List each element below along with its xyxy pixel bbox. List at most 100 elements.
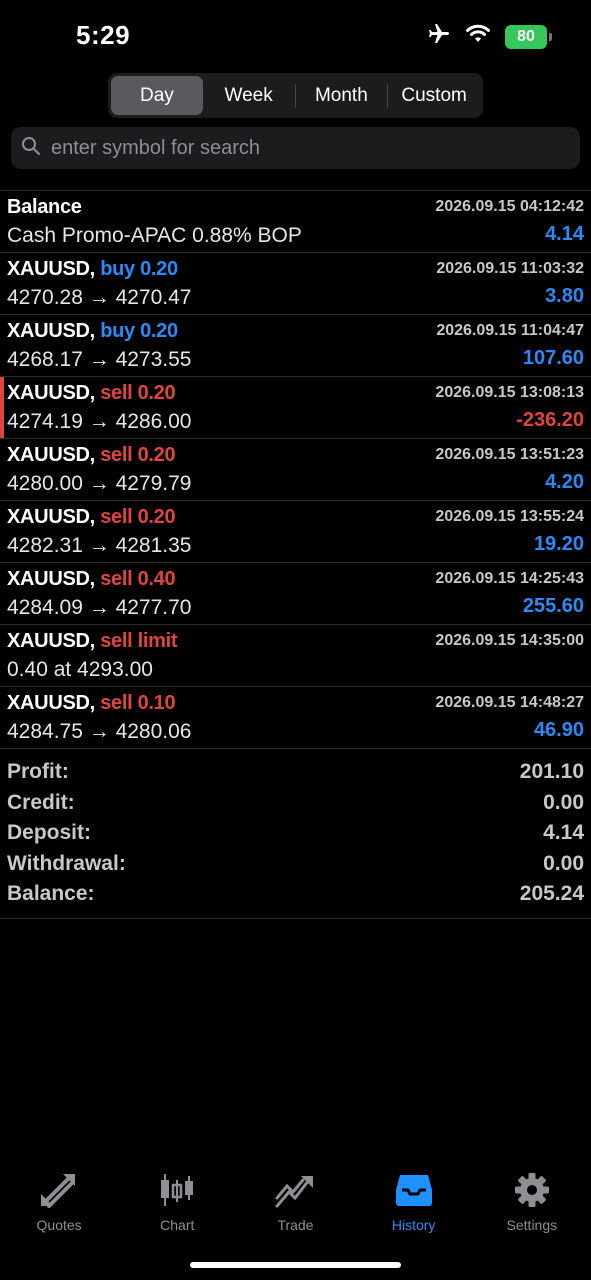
row-detail: 4284.09 → 4277.70 (7, 596, 192, 619)
row-symbol: XAUUSD, (7, 444, 95, 466)
row-amount: 107.60 (522, 347, 584, 369)
row-time: 2026.09.15 13:55:24 (435, 508, 584, 525)
row-action: sell 0.20 (100, 506, 176, 528)
trade-trend-icon (275, 1172, 315, 1213)
tab-trade-label: Trade (277, 1217, 314, 1233)
history-row[interactable]: XAUUSD, sell 0.10 4284.75 → 4280.06 2026… (0, 687, 591, 749)
row-time: 2026.09.15 13:51:23 (435, 446, 584, 463)
row-time: 2026.09.15 11:03:32 (436, 260, 584, 277)
row-title: Balance (7, 196, 82, 219)
row-symbol: XAUUSD, (7, 506, 95, 528)
row-symbol: XAUUSD, (7, 630, 95, 652)
row-detail: 4268.17 → 4273.55 (7, 348, 192, 371)
tab-chart-label: Chart (160, 1217, 195, 1233)
quotes-arrows-icon (39, 1172, 79, 1213)
home-indicator[interactable] (190, 1262, 401, 1268)
tab-settings-label: Settings (506, 1217, 558, 1233)
tab-trade[interactable]: Trade (236, 1160, 354, 1240)
tab-quotes[interactable]: Quotes (0, 1160, 118, 1240)
row-symbol: XAUUSD, (7, 382, 95, 404)
tab-quotes-label: Quotes (36, 1217, 82, 1233)
status-time: 5:29 (76, 20, 131, 50)
candlestick-chart-icon (157, 1172, 197, 1213)
history-list: Balance Cash Promo-APAC 0.88% BOP 2026.0… (0, 190, 591, 749)
search-input[interactable] (51, 136, 551, 160)
tab-settings[interactable]: Settings (473, 1160, 591, 1240)
row-detail: 4282.31 → 4281.35 (7, 534, 192, 557)
status-bar: 5:29 80 (0, 0, 591, 70)
summary-row-withdrawal: Withdrawal: 0.00 (0, 849, 591, 880)
row-detail: 4280.00 → 4279.79 (7, 472, 192, 495)
row-time: 2026.09.15 11:04:47 (436, 322, 584, 339)
tab-week-label: Week (224, 84, 273, 106)
row-detail: 4274.19 → 4286.00 (7, 410, 192, 433)
row-detail: 4270.28 → 4270.47 (7, 286, 192, 309)
history-row[interactable]: XAUUSD, sell 0.20 4282.31 → 4281.35 2026… (0, 501, 591, 563)
row-amount: 4.20 (545, 471, 584, 493)
summary-value: 4.14 (543, 821, 584, 844)
tab-chart[interactable]: Chart (118, 1160, 236, 1240)
row-time: 2026.09.15 14:35:00 (435, 632, 584, 649)
history-row[interactable]: XAUUSD, sell limit 0.40 at 4293.00 2026.… (0, 625, 591, 687)
summary-label: Deposit: (7, 821, 91, 844)
row-action: buy 0.20 (100, 258, 178, 280)
row-symbol: XAUUSD, (7, 320, 95, 342)
history-row[interactable]: Balance Cash Promo-APAC 0.88% BOP 2026.0… (0, 191, 591, 253)
tab-month-label: Month (314, 84, 368, 106)
summary-row-balance: Balance: 205.24 (0, 879, 591, 910)
tab-month[interactable]: Month (296, 76, 388, 115)
history-row[interactable]: XAUUSD, sell 0.20 4274.19 → 4286.00 2026… (0, 377, 591, 439)
summary-section: Profit: 201.10 Credit: 0.00 Deposit: 4.1… (0, 757, 591, 919)
row-action: buy 0.20 (100, 320, 178, 342)
row-title: XAUUSD, sell 0.20 (7, 444, 176, 467)
tab-custom[interactable]: Custom (388, 76, 480, 115)
row-symbol: XAUUSD, (7, 258, 95, 280)
row-detail: 0.40 at 4293.00 (7, 658, 153, 681)
row-time: 2026.09.15 04:12:42 (435, 198, 584, 215)
row-symbol: XAUUSD, (7, 568, 95, 590)
battery-icon: 80 (505, 24, 552, 49)
row-action: sell limit (100, 630, 178, 652)
airplane-mode-icon (427, 22, 451, 51)
summary-row-profit: Profit: 201.10 (0, 757, 591, 788)
tab-day[interactable]: Day (111, 76, 203, 115)
tab-week[interactable]: Week (203, 76, 295, 115)
row-time: 2026.09.15 14:25:43 (435, 570, 584, 587)
row-detail: 4284.75 → 4280.06 (7, 720, 192, 743)
row-action: sell 0.20 (100, 382, 176, 404)
summary-label: Balance: (7, 882, 95, 905)
history-row[interactable]: XAUUSD, buy 0.20 4268.17 → 4273.55 2026.… (0, 315, 591, 377)
wifi-icon (465, 24, 491, 49)
row-title: XAUUSD, buy 0.20 (7, 258, 178, 281)
tab-day-label: Day (139, 84, 174, 106)
row-symbol: Balance (7, 196, 82, 218)
row-amount: 4.14 (545, 223, 584, 245)
summary-value: 0.00 (543, 851, 584, 875)
status-icons: 80 (427, 22, 552, 51)
history-row[interactable]: XAUUSD, sell 0.40 4284.09 → 4277.70 2026… (0, 563, 591, 625)
row-action: sell 0.20 (100, 444, 176, 466)
row-action: sell 0.40 (100, 568, 176, 590)
summary-label: Withdrawal: (7, 851, 126, 875)
bottom-tab-bar: Quotes Chart Trade History Settings (0, 1160, 591, 1240)
summary-row-credit: Credit: 0.00 (0, 788, 591, 819)
history-row[interactable]: XAUUSD, sell 0.20 4280.00 → 4279.79 2026… (0, 439, 591, 501)
tab-history[interactable]: History (355, 1160, 473, 1240)
row-title: XAUUSD, sell limit (7, 630, 178, 653)
row-time: 2026.09.15 13:08:13 (435, 384, 584, 401)
row-symbol: XAUUSD, (7, 692, 95, 714)
row-amount: 3.80 (545, 285, 584, 307)
tab-history-label: History (391, 1217, 436, 1233)
gear-icon (512, 1172, 552, 1213)
summary-row-deposit: Deposit: 4.14 (0, 818, 591, 849)
summary-label: Credit: (7, 790, 75, 814)
row-time: 2026.09.15 14:48:27 (435, 694, 584, 711)
search-bar (11, 127, 580, 169)
history-row[interactable]: XAUUSD, buy 0.20 4270.28 → 4270.47 2026.… (0, 253, 591, 315)
inbox-tray-icon (394, 1172, 434, 1213)
battery-level: 80 (517, 27, 535, 45)
row-title: XAUUSD, buy 0.20 (7, 320, 178, 343)
row-title: XAUUSD, sell 0.10 (7, 692, 176, 715)
period-segmented-control: Day Week Month Custom (108, 73, 483, 118)
summary-value: 205.24 (519, 882, 584, 905)
